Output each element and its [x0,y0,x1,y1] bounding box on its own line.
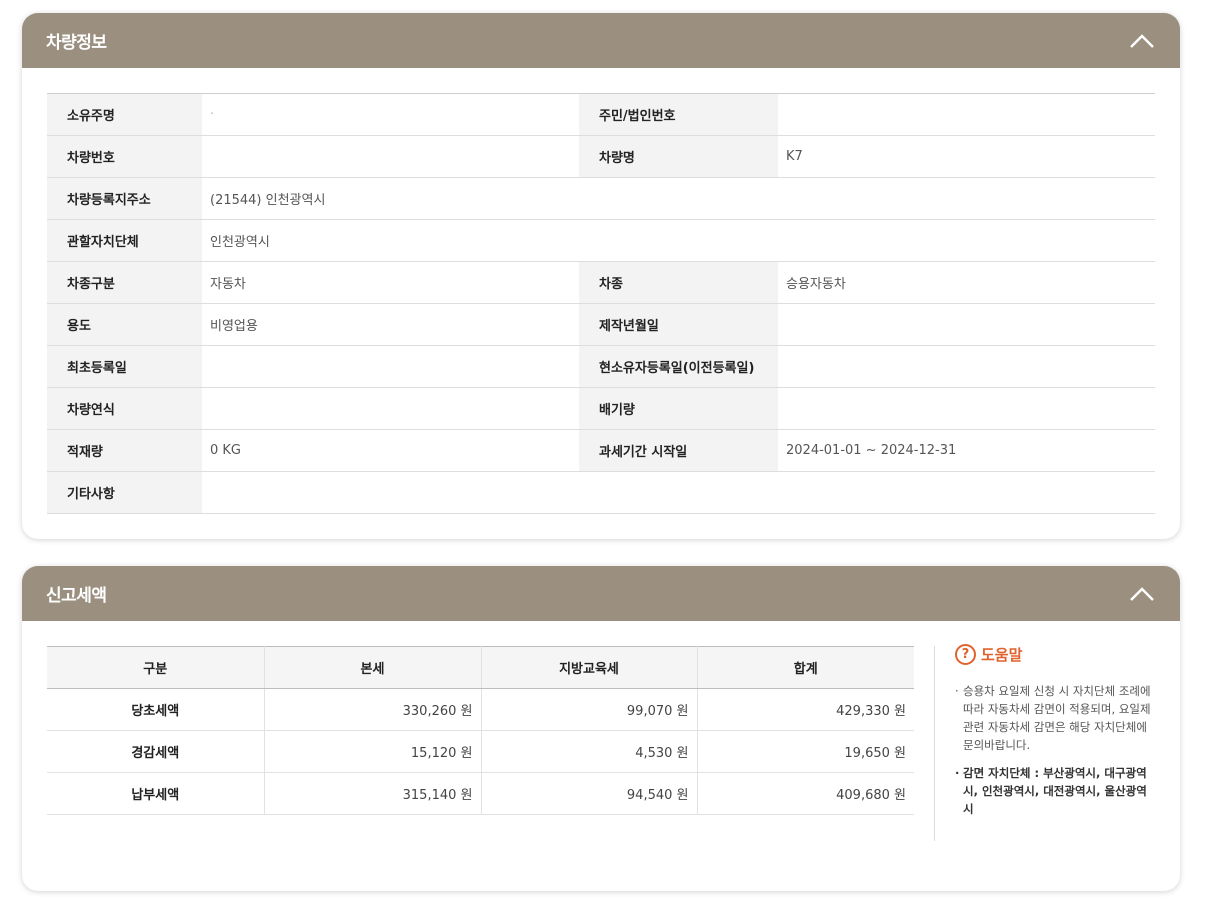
vehicle-info-title: 차량정보 [46,33,107,53]
owner-name-value: · [202,93,579,136]
column-header: 지방교육세 [480,646,697,689]
help-item-exempt-municipalities: 감면 자치단체 : 부산광역시, 대구광역시, 인천광역시, 대전광역시, 울산… [955,764,1156,818]
table-row: 관할자치단체 인천광역시 [47,219,1155,262]
jurisdiction-label: 관할자치단체 [47,219,202,262]
row-label: 당초세액 [47,688,264,731]
load-capacity-label: 적재량 [47,429,202,472]
collapse-chevron-up-icon[interactable] [1128,580,1156,608]
registration-address-label: 차량등록지주소 [47,177,202,220]
resident-id-label: 주민/법인번호 [579,93,778,136]
current-owner-registration-label: 현소유자등록일(이전등록일) [579,345,778,388]
help-title: ? 도움말 [955,644,1156,665]
table-row: 소유주명 · 주민/법인번호 [47,93,1155,136]
question-circle-icon: ? [955,644,976,665]
tax-table: 구분 본세 지방교육세 합계 당초세액 330,260 원 99,070 원 4… [47,646,914,815]
table-row: 용도 비영업용 제작년월일 [47,303,1155,346]
table-row: 차량등록지주소 (21544) 인천광역시 [47,177,1155,220]
usage-value: 비영업용 [202,303,579,346]
manufacture-date-label: 제작년월일 [579,303,778,346]
vehicle-name-label: 차량명 [579,135,778,178]
table-row: 차량번호 차량명 K7 [47,135,1155,178]
education-tax-cell: 94,540 원 [480,772,697,815]
vehicle-info-table: 소유주명 · 주민/법인번호 차량번호 차량명 K7 차량등록지주소 (2154… [47,93,1155,514]
table-row: 최초등록일 현소유자등록일(이전등록일) [47,345,1155,388]
manufacture-date-value [778,303,1155,346]
tax-period-label: 과세기간 시작일 [579,429,778,472]
current-owner-registration-value [778,345,1155,388]
owner-name-label: 소유주명 [47,93,202,136]
tax-period-value: 2024-01-01 ~ 2024-12-31 [778,429,1155,472]
vehicle-name-value: K7 [778,135,1155,178]
model-year-value [202,387,579,430]
vehicle-number-value [202,135,579,178]
resident-id-value [778,93,1155,136]
tax-table-header-row: 구분 본세 지방교육세 합계 [47,646,914,689]
table-row: 납부세액 315,140 원 94,540 원 409,680 원 [47,772,914,815]
table-row: 당초세액 330,260 원 99,070 원 429,330 원 [47,688,914,731]
vehicle-info-panel: 차량정보 소유주명 · 주민/법인번호 차량번호 차량명 K7 차량등록지주소 … [22,13,1180,539]
load-capacity-value: 0 KG [202,429,579,472]
model-year-label: 차량연식 [47,387,202,430]
row-label: 경감세액 [47,730,264,773]
education-tax-cell: 99,070 원 [480,688,697,731]
base-tax-cell: 15,120 원 [263,730,481,773]
vehicle-number-label: 차량번호 [47,135,202,178]
vehicle-info-header[interactable]: 차량정보 [22,13,1180,68]
remarks-value [202,471,1155,514]
column-header: 구분 [47,646,264,689]
remarks-label: 기타사항 [47,471,202,514]
table-row: 기타사항 [47,471,1155,514]
first-registration-value [202,345,579,388]
table-row: 경감세액 15,120 원 4,530 원 19,650 원 [47,730,914,773]
vehicle-class-value: 자동차 [202,261,579,304]
vehicle-type-value: 승용자동차 [778,261,1155,304]
base-tax-cell: 315,140 원 [263,772,481,815]
tax-amount-panel: 신고세액 구분 본세 지방교육세 합계 당초세액 330,260 원 99,07… [22,566,1180,891]
vehicle-type-label: 차종 [579,261,778,304]
column-header: 합계 [696,646,914,689]
table-row: 차량연식 배기량 [47,387,1155,430]
table-row: 적재량 0 KG 과세기간 시작일 2024-01-01 ~ 2024-12-3… [47,429,1155,472]
column-header: 본세 [263,646,481,689]
base-tax-cell: 330,260 원 [263,688,481,731]
table-row: 차종구분 자동차 차종 승용자동차 [47,261,1155,304]
row-label: 납부세액 [47,772,264,815]
registration-address-value: (21544) 인천광역시 [202,177,1155,220]
education-tax-cell: 4,530 원 [480,730,697,773]
displacement-label: 배기량 [579,387,778,430]
tax-amount-title: 신고세액 [46,586,107,606]
help-item-weekday-system: 승용차 요일제 신청 시 자치단체 조례에 따라 자동차세 감면이 적용되며, … [955,682,1156,754]
jurisdiction-value: 인천광역시 [202,219,1155,262]
usage-label: 용도 [47,303,202,346]
total-cell: 19,650 원 [696,730,914,773]
help-box: ? 도움말 승용차 요일제 신청 시 자치단체 조례에 따라 자동차세 감면이 … [934,644,1156,841]
vehicle-class-label: 차종구분 [47,261,202,304]
total-cell: 409,680 원 [696,772,914,815]
collapse-chevron-up-icon[interactable] [1128,27,1156,55]
total-cell: 429,330 원 [696,688,914,731]
displacement-value [778,387,1155,430]
tax-amount-header[interactable]: 신고세액 [22,566,1180,621]
first-registration-label: 최초등록일 [47,345,202,388]
help-title-text: 도움말 [981,646,1023,664]
